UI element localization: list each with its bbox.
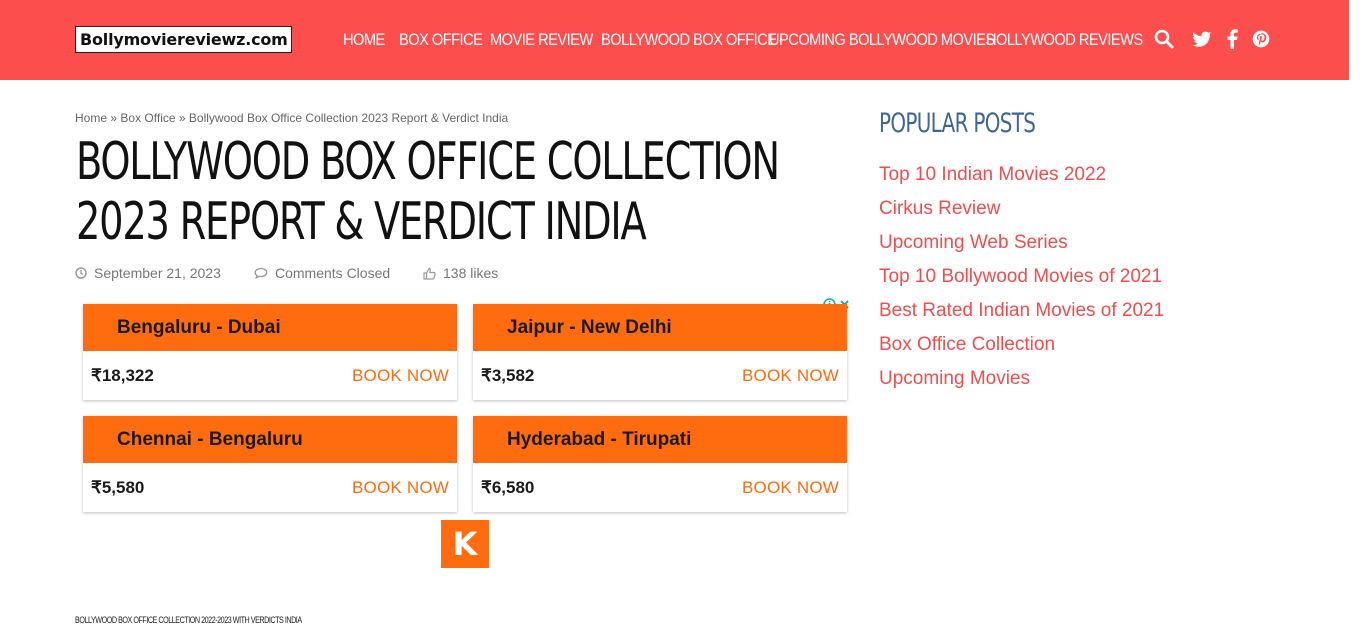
- popular-post-link[interactable]: Upcoming Movies: [879, 366, 1164, 400]
- ad-route[interactable]: Chennai - Bengaluru: [83, 416, 457, 463]
- ad-brand-logo[interactable]: K: [441, 520, 489, 568]
- site-logo[interactable]: Bollymoviereviewz.com: [75, 26, 292, 53]
- breadcrumb-separator: »: [110, 111, 118, 125]
- page-title: Bollywood Box Office Collection 2023 Rep…: [76, 132, 780, 252]
- post-likes-text: 138 likes: [443, 265, 499, 281]
- post-likes[interactable]: 138 likes: [423, 265, 498, 281]
- ad-price: ₹3,582: [481, 365, 535, 385]
- breadcrumb-box-office[interactable]: Box Office: [120, 111, 175, 125]
- book-now-button[interactable]: BOOK NOW: [352, 478, 449, 498]
- breadcrumb-current: Bollywood Box Office Collection 2023 Rep…: [188, 111, 509, 125]
- nav-home[interactable]: Home: [343, 30, 385, 50]
- ad-card[interactable]: Jaipur - New Delhi ₹3,582 BOOK NOW: [473, 304, 847, 400]
- facebook-icon[interactable]: [1225, 28, 1247, 50]
- ad-price: ₹18,322: [91, 365, 154, 385]
- ad-card[interactable]: Bengaluru - Dubai ₹18,322 BOOK NOW: [83, 304, 457, 400]
- post-comments: Comments Closed: [254, 265, 390, 281]
- nav-movie-review[interactable]: Movie Review: [490, 30, 593, 50]
- nav-upcoming-bollywood-movies[interactable]: Upcoming Bollywood Movies: [769, 30, 995, 50]
- popular-post-link[interactable]: Top 10 Indian Movies 2022: [879, 162, 1164, 196]
- ad-card[interactable]: Chennai - Bengaluru ₹5,580 BOOK NOW: [83, 416, 457, 512]
- post-date: September 21, 2023: [75, 265, 221, 281]
- ad-price: ₹5,580: [91, 477, 145, 497]
- popular-post-link[interactable]: Best Rated Indian Movies of 2021: [879, 298, 1164, 332]
- ad-route[interactable]: Bengaluru - Dubai: [83, 304, 457, 351]
- breadcrumb-home[interactable]: Home: [75, 111, 107, 125]
- twitter-icon[interactable]: [1191, 28, 1213, 50]
- popular-post-link[interactable]: Top 10 Bollywood Movies of 2021: [879, 264, 1164, 298]
- page-title-line-1: Bollywood Box Office Collection: [76, 132, 780, 192]
- pinterest-icon[interactable]: [1251, 28, 1273, 50]
- ad-route[interactable]: Jaipur - New Delhi: [473, 304, 847, 351]
- book-now-button[interactable]: BOOK NOW: [742, 478, 839, 498]
- popular-post-link[interactable]: Upcoming Web Series: [879, 230, 1164, 264]
- ad-route[interactable]: Hyderabad - Tirupati: [473, 416, 847, 463]
- breadcrumb-separator: »: [178, 111, 186, 125]
- book-now-button[interactable]: BOOK NOW: [742, 366, 839, 386]
- popular-post-link[interactable]: Cirkus Review: [879, 196, 1164, 230]
- sidebar-title: Popular Posts: [879, 108, 1036, 139]
- ad-price: ₹6,580: [481, 477, 535, 497]
- popular-posts-list: Top 10 Indian Movies 2022 Cirkus Review …: [879, 162, 1164, 400]
- nav-hollywood-reviews[interactable]: Hollywood Reviews: [986, 30, 1143, 50]
- scrollbar-gutter: [1349, 0, 1366, 643]
- book-now-button[interactable]: BOOK NOW: [352, 366, 449, 386]
- search-icon[interactable]: [1154, 28, 1176, 50]
- comment-icon: [254, 267, 268, 279]
- post-date-text: September 21, 2023: [94, 265, 221, 281]
- thumbs-up-icon: [423, 267, 436, 280]
- section-subheading: Bollywood Box office collection 2022-202…: [75, 615, 302, 625]
- page-title-line-2: 2023 Report & Verdict India: [76, 192, 647, 252]
- popular-post-link[interactable]: Box Office Collection: [879, 332, 1164, 366]
- nav-box-office[interactable]: Box Office: [399, 30, 483, 50]
- clock-icon: [75, 267, 87, 279]
- nav-bollywood-box-office[interactable]: Bollywood Box Office: [601, 30, 777, 50]
- ad-card[interactable]: Hyderabad - Tirupati ₹6,580 BOOK NOW: [473, 416, 847, 512]
- post-comments-text: Comments Closed: [275, 265, 391, 281]
- breadcrumb: Home » Box Office » Bollywood Box Office…: [75, 111, 508, 125]
